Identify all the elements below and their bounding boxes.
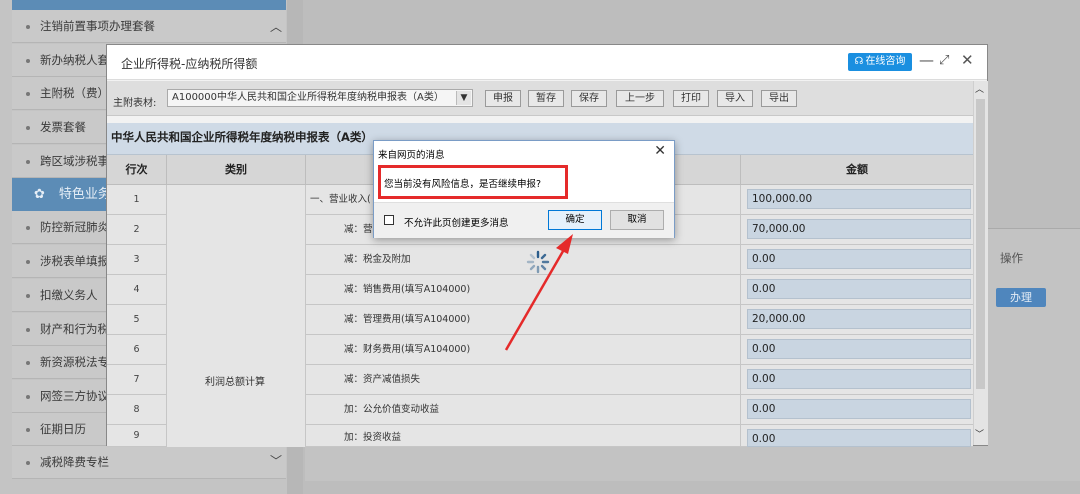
chevron-up-icon[interactable]: ︿: [975, 82, 984, 95]
bullet-icon: [26, 125, 30, 130]
bullet-icon: [26, 225, 30, 230]
amount-cell: 0.00: [741, 335, 973, 365]
header-row-no: 行次: [107, 155, 167, 185]
dialog-title: 来自网页的消息: [378, 150, 445, 161]
chevron-down-icon[interactable]: ﹀: [270, 452, 282, 469]
sidebar-item[interactable]: 减税降费专栏: [12, 446, 286, 479]
bullet-icon: [26, 24, 30, 29]
window-title: 企业所得税-应纳税所得额: [121, 57, 258, 71]
row-number: 6: [107, 335, 167, 365]
bullet-icon: [26, 327, 30, 332]
bullet-icon: [26, 427, 30, 432]
bullet-icon: [26, 460, 30, 465]
row-number: 8: [107, 395, 167, 425]
tax-form-window: 企业所得税-应纳税所得额 ☊ 在线咨询 — ⤢ ✕ 主附表材: A100000中华…: [106, 44, 988, 447]
chevron-down-icon: ▼: [456, 91, 471, 105]
maximize-icon[interactable]: ⤢: [939, 53, 949, 68]
chevron-up-icon[interactable]: ︿: [270, 18, 282, 35]
bullet-icon: [26, 293, 30, 298]
amount-input[interactable]: 70,000.00: [747, 219, 971, 239]
amount-cell: 0.00: [741, 395, 973, 425]
bullet-icon: [26, 360, 30, 365]
amount-cell: 0.00: [741, 275, 973, 305]
online-consult-button[interactable]: ☊ 在线咨询: [848, 53, 912, 71]
clover-icon: ✿: [34, 187, 45, 202]
header-category: 类别: [167, 155, 306, 185]
row-item: 加：投资收益: [306, 425, 741, 447]
save-button[interactable]: 保存: [571, 90, 607, 107]
amount-cell: 0.00: [741, 245, 973, 275]
dialog-message: 您当前没有风险信息，是否继续申报?: [384, 179, 542, 190]
bullet-icon: [26, 91, 30, 96]
submit-button[interactable]: 申报: [485, 90, 521, 107]
amount-input[interactable]: 100,000.00: [747, 189, 971, 209]
amount-input[interactable]: 0.00: [747, 429, 971, 447]
row-number: 2: [107, 215, 167, 245]
suppress-messages-checkbox[interactable]: [384, 215, 394, 225]
row-number: 3: [107, 245, 167, 275]
close-icon[interactable]: ✕: [654, 143, 666, 159]
amount-input[interactable]: 0.00: [747, 279, 971, 299]
temp-save-button[interactable]: 暂存: [528, 90, 564, 107]
amount-input[interactable]: 0.00: [747, 399, 971, 419]
category-cell: 利润总额计算: [167, 185, 306, 447]
row-item: 减：资产减值损失: [306, 365, 741, 395]
toolbar: 主附表材: A100000中华人民共和国企业所得税年度纳税申报表（A类） ▼ 申…: [107, 81, 973, 116]
window-titlebar: 企业所得税-应纳税所得额 ☊ 在线咨询 — ⤢ ✕: [107, 45, 987, 80]
row-item: 减：财务费用(填写A104000): [306, 335, 741, 365]
amount-cell: 20,000.00: [741, 305, 973, 335]
bullet-icon: [26, 394, 30, 399]
import-button[interactable]: 导入: [717, 90, 753, 107]
loading-spinner-icon: [526, 250, 550, 274]
operation-header: 操作: [1000, 251, 1023, 265]
handle-button[interactable]: 办理: [996, 288, 1046, 307]
chevron-down-icon[interactable]: ﹀: [975, 427, 984, 440]
checkbox-label: 不允许此页创建更多消息: [404, 218, 509, 229]
row-item: 减：管理费用(填写A104000): [306, 305, 741, 335]
row-number: 5: [107, 305, 167, 335]
minimize-icon[interactable]: —: [919, 51, 934, 69]
amount-cell: 100,000.00: [741, 185, 973, 215]
amount-cell: 0.00: [741, 425, 973, 447]
row-number: 4: [107, 275, 167, 305]
export-button[interactable]: 导出: [761, 90, 797, 107]
form-select[interactable]: A100000中华人民共和国企业所得税年度纳税申报表（A类） ▼: [167, 89, 473, 107]
form-select-label: 主附表材:: [113, 98, 157, 109]
amount-input[interactable]: 0.00: [747, 339, 971, 359]
previous-step-button[interactable]: 上一步: [616, 90, 664, 107]
webpage-message-dialog: 来自网页的消息 ✕ 您当前没有风险信息，是否继续申报? 不允许此页创建更多消息 …: [373, 140, 675, 238]
row-number: 1: [107, 185, 167, 215]
bullet-icon: [26, 259, 30, 264]
print-button[interactable]: 打印: [673, 90, 709, 107]
sidebar-top-bar: [12, 0, 286, 10]
amount-cell: 0.00: [741, 365, 973, 395]
bullet-icon: [26, 58, 30, 63]
cancel-button[interactable]: 取消: [610, 210, 664, 230]
headset-icon: ☊: [854, 56, 864, 67]
row-number: 7: [107, 365, 167, 395]
vertical-scrollbar[interactable]: ︿ ﹀: [973, 81, 988, 445]
amount-cell: 70,000.00: [741, 215, 973, 245]
amount-input[interactable]: 20,000.00: [747, 309, 971, 329]
scrollbar-thumb[interactable]: [976, 99, 985, 389]
row-item: 减：税金及附加: [306, 245, 741, 275]
row-number: 9: [107, 425, 167, 447]
header-amount: 金额: [741, 155, 973, 185]
row-item: 加：公允价值变动收益: [306, 395, 741, 425]
ok-button[interactable]: 确定: [548, 210, 602, 230]
close-icon[interactable]: ✕: [961, 51, 974, 69]
sidebar-item[interactable]: 注销前置事项办理套餐: [12, 10, 286, 43]
row-item: 减：销售费用(填写A104000): [306, 275, 741, 305]
bullet-icon: [26, 159, 30, 164]
amount-input[interactable]: 0.00: [747, 249, 971, 269]
dialog-footer: 不允许此页创建更多消息 确定 取消: [374, 202, 674, 238]
amount-input[interactable]: 0.00: [747, 369, 971, 389]
